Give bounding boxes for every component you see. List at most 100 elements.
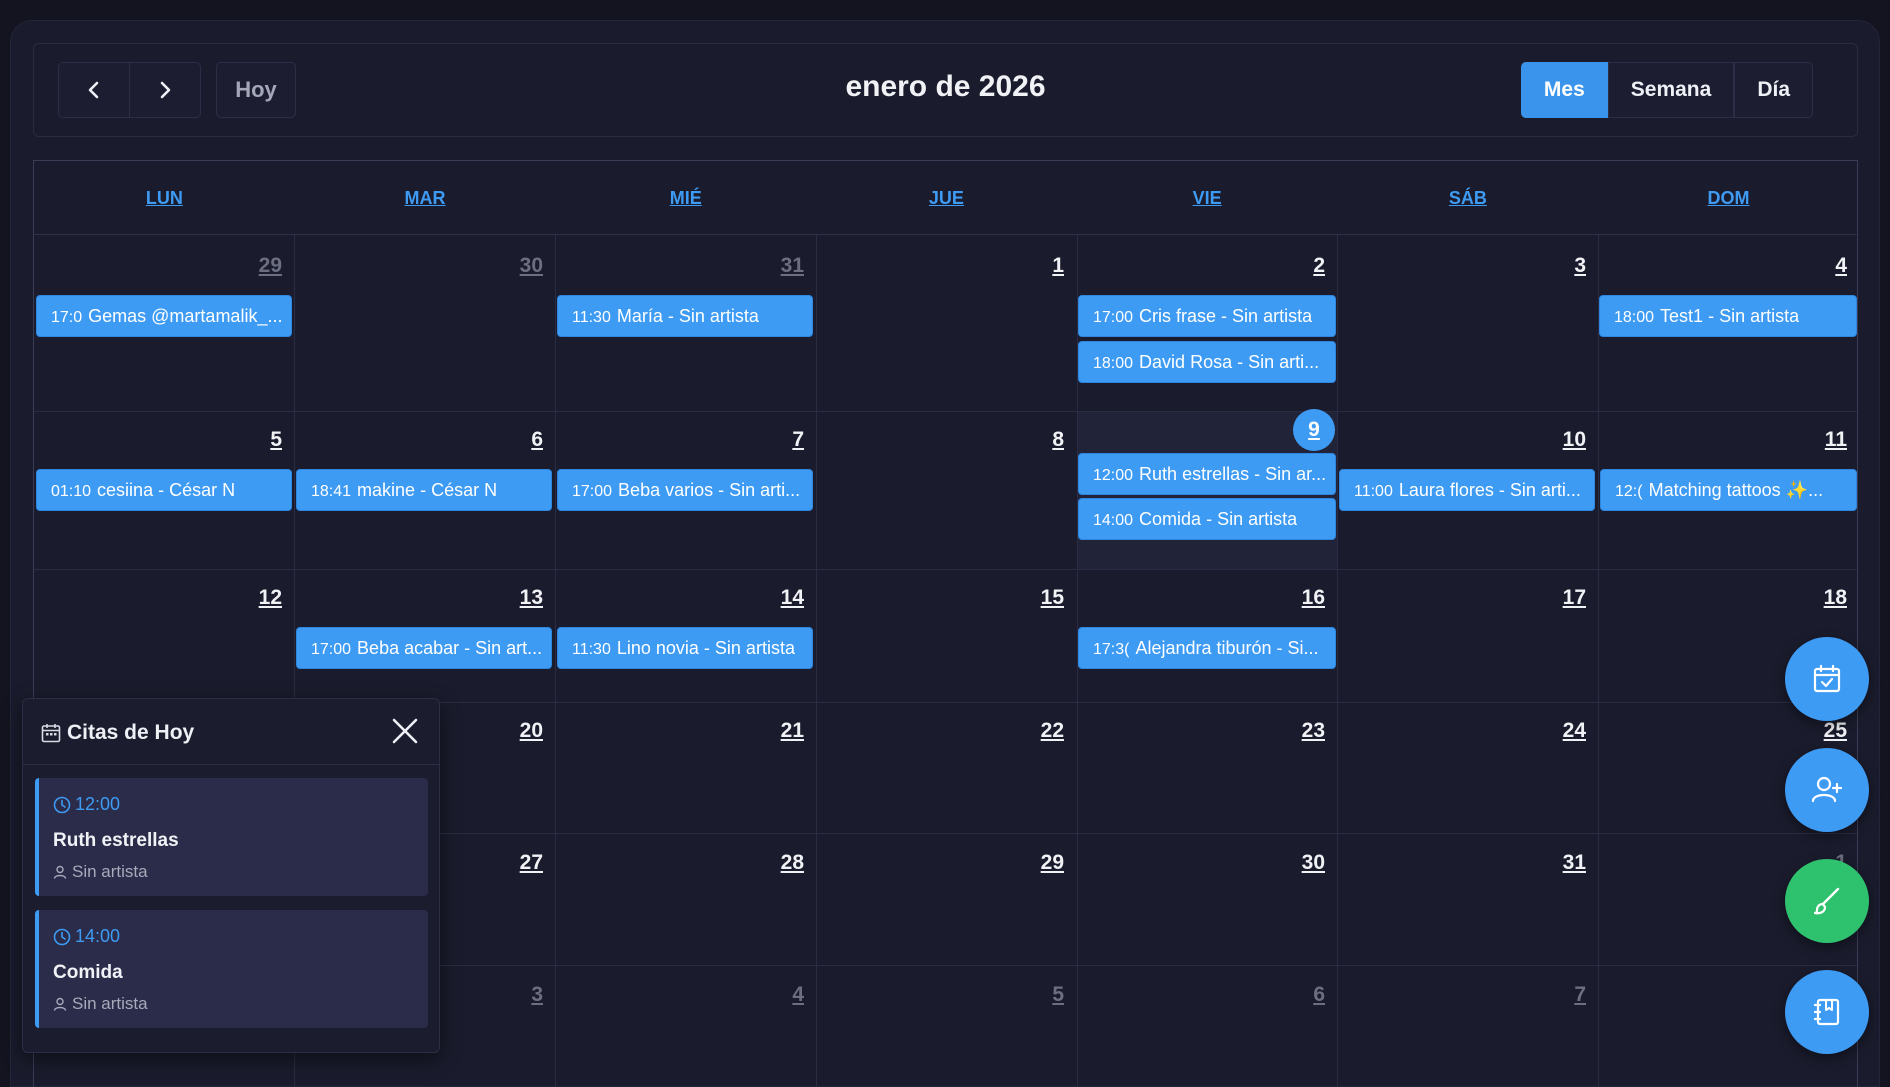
day-number[interactable]: 5: [222, 428, 282, 452]
day-number[interactable]: 7: [744, 428, 804, 452]
appointment-artist-text: Sin artista: [72, 994, 148, 1013]
next-month-button[interactable]: [129, 62, 201, 118]
day-number[interactable]: 11: [1787, 428, 1847, 452]
calendar-event[interactable]: 17:3(Alejandra tiburón - Si...: [1078, 627, 1336, 669]
view-day-button[interactable]: Día: [1734, 62, 1813, 118]
event-time: 17:3(: [1093, 640, 1130, 658]
calendar-event[interactable]: 11:30 María - Sin artista: [557, 295, 813, 337]
day-number[interactable]: 28: [744, 851, 804, 875]
calendar-event[interactable]: 11:30 Lino novia - Sin artista: [557, 627, 813, 669]
day-number[interactable]: 10: [1526, 428, 1586, 452]
calendar-event[interactable]: 17:00 Beba varios - Sin arti...: [557, 469, 813, 511]
event-title: María - Sin artista: [616, 305, 759, 326]
day-number[interactable]: 22: [1004, 719, 1064, 743]
grid-divider: [816, 235, 817, 1087]
day-number[interactable]: 8: [1004, 428, 1064, 452]
day-number[interactable]: 2: [1265, 254, 1325, 278]
weekday-sun[interactable]: DOM: [1598, 161, 1857, 235]
day-number[interactable]: 1: [1004, 254, 1064, 278]
calendar-event[interactable]: 17:00 Beba acabar - Sin art...: [296, 627, 552, 669]
clock-icon: [53, 928, 71, 945]
day-number[interactable]: 4: [1787, 254, 1847, 278]
day-number[interactable]: 3: [483, 983, 543, 1007]
day-number[interactable]: 6: [483, 428, 543, 452]
panel-title: Citas de Hoy: [67, 721, 195, 744]
day-number[interactable]: 29: [222, 254, 282, 278]
event-time: 17:00: [572, 482, 613, 500]
grid-divider: [34, 569, 1857, 570]
appointment-card[interactable]: 14:00 Comida Sin artista: [35, 910, 428, 1028]
day-number[interactable]: 4: [744, 983, 804, 1007]
calendar-event[interactable]: 18:41 makine - César N: [296, 469, 552, 511]
today-button[interactable]: Hoy: [216, 62, 296, 118]
day-number[interactable]: 31: [744, 254, 804, 278]
weekday-fri[interactable]: VIE: [1077, 161, 1338, 235]
calendar-event[interactable]: 17:0 Gemas @martamalik_...: [36, 295, 292, 337]
calendar-event[interactable]: 01:10 cesiina - César N: [36, 469, 292, 511]
day-number[interactable]: 30: [483, 254, 543, 278]
day-number[interactable]: 20: [483, 719, 543, 743]
day-number[interactable]: 29: [1004, 851, 1064, 875]
day-number[interactable]: 31: [1526, 851, 1586, 875]
appointment-card[interactable]: 12:00 Ruth estrellas Sin artista: [35, 778, 428, 896]
day-number[interactable]: 17: [1526, 586, 1586, 610]
day-number[interactable]: 3: [1526, 254, 1586, 278]
weekday-wed[interactable]: MIÉ: [555, 161, 816, 235]
weekday-sat[interactable]: SÁB: [1338, 161, 1599, 235]
prev-month-button[interactable]: [58, 62, 130, 118]
calendar-fab-button[interactable]: [1785, 637, 1869, 721]
day-number[interactable]: 18: [1787, 586, 1847, 610]
today-day-badge[interactable]: 9: [1293, 409, 1335, 451]
user-plus-icon: [1811, 776, 1843, 803]
calendar-event[interactable]: 11:00 Laura flores - Sin arti...: [1339, 469, 1595, 511]
weekday-thu[interactable]: JUE: [816, 161, 1077, 235]
calendar-event[interactable]: 17:00 Cris frase - Sin artista: [1078, 295, 1336, 337]
weekday-tue[interactable]: MAR: [295, 161, 556, 235]
add-client-fab-button[interactable]: [1785, 748, 1869, 832]
view-week-button[interactable]: Semana: [1607, 62, 1735, 118]
panel-header: Citas de Hoy: [23, 699, 439, 765]
calendar-event[interactable]: 12:00 Ruth estrellas - Sin ar...: [1078, 453, 1336, 495]
weekday-mon[interactable]: LUN: [34, 161, 295, 235]
calendar-toolbar: Hoy enero de 2026 Mes Semana Día: [33, 43, 1858, 137]
view-switcher: Mes Semana Día: [1520, 62, 1813, 118]
calendar-event[interactable]: 14:00 Comida - Sin artista: [1078, 498, 1336, 540]
day-number[interactable]: 21: [744, 719, 804, 743]
event-time: 01:10: [51, 482, 92, 500]
calendar-icon: [41, 724, 61, 743]
user-icon: [53, 865, 67, 879]
day-number[interactable]: 16: [1265, 586, 1325, 610]
calendar-event[interactable]: 18:00 David Rosa - Sin arti...: [1078, 341, 1336, 383]
view-month-button[interactable]: Mes: [1520, 62, 1608, 118]
day-number[interactable]: 30: [1265, 851, 1325, 875]
event-title: Beba acabar - Sin art...: [357, 637, 543, 658]
appointment-artist-text: Sin artista: [72, 862, 148, 881]
day-number[interactable]: 5: [1004, 983, 1064, 1007]
event-title: Cris frase - Sin artista: [1139, 305, 1313, 326]
grid-divider: [555, 235, 556, 1087]
day-number[interactable]: 12: [222, 586, 282, 610]
event-time: 17:00: [1093, 308, 1134, 326]
brush-fab-button[interactable]: [1785, 859, 1869, 943]
day-number[interactable]: 24: [1526, 719, 1586, 743]
day-number[interactable]: 6: [1265, 983, 1325, 1007]
event-time: 17:00: [311, 640, 352, 658]
day-number[interactable]: 14: [744, 586, 804, 610]
day-number[interactable]: 13: [483, 586, 543, 610]
day-number[interactable]: 15: [1004, 586, 1064, 610]
event-time: 17:0: [51, 308, 83, 326]
brush-icon: [1813, 887, 1840, 915]
day-number[interactable]: 25: [1787, 719, 1847, 743]
day-number[interactable]: 23: [1265, 719, 1325, 743]
calendar-event[interactable]: 12:(Matching tattoos ✨...: [1600, 469, 1857, 511]
grid-divider: [34, 411, 1857, 412]
day-number[interactable]: 27: [483, 851, 543, 875]
day-number[interactable]: 7: [1526, 983, 1586, 1007]
event-title: Ruth estrellas - Sin ar...: [1139, 463, 1327, 484]
notebook-fab-button[interactable]: [1785, 970, 1869, 1054]
event-title: David Rosa - Sin arti...: [1139, 351, 1320, 372]
close-icon[interactable]: [391, 717, 419, 745]
calendar-event[interactable]: 18:00 Test1 - Sin artista: [1599, 295, 1857, 337]
appointment-name: Ruth estrellas: [53, 830, 179, 851]
event-time: 12:00: [1093, 466, 1134, 484]
